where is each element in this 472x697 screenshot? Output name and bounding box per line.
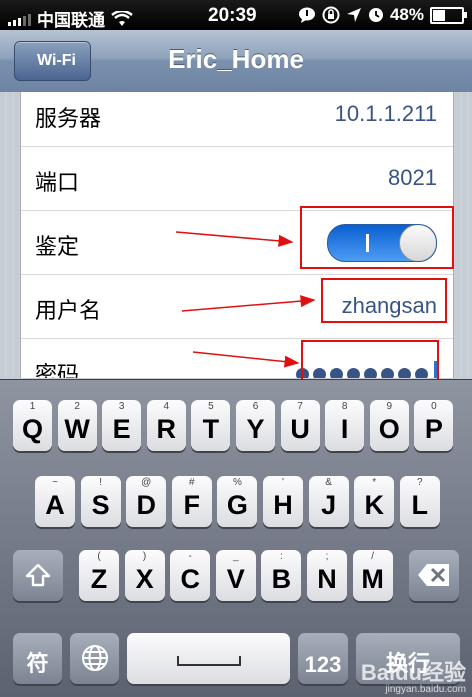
key-secondary-label: 9 [386, 401, 393, 412]
arrow-to-password [192, 351, 300, 368]
key-label: Q [21, 414, 43, 444]
key-x[interactable]: ) X [124, 550, 165, 601]
key-u[interactable]: 7U [280, 400, 320, 451]
key-secondary-label: 3 [118, 401, 125, 412]
key-label: V [226, 564, 245, 594]
watermark-brand: Baidu经验 [360, 660, 466, 685]
key-secondary-label: # [189, 477, 195, 488]
key-secondary-label: 4 [163, 401, 170, 412]
globe-icon [81, 645, 108, 671]
globe-key[interactable] [70, 633, 119, 684]
key-g[interactable]: % G [217, 476, 258, 527]
key-secondary-label: ( [97, 551, 101, 562]
key-secondary-label: ! [99, 477, 102, 488]
delete-key[interactable] [409, 550, 459, 601]
key-secondary-label: 0 [431, 401, 437, 412]
key-secondary-label: 2 [74, 401, 80, 412]
key-o[interactable]: 9O [369, 400, 409, 451]
key-t[interactable]: 5T [191, 400, 231, 451]
key-label: H [273, 490, 293, 520]
key-label: J [321, 490, 337, 520]
shift-icon [25, 563, 51, 587]
key-label: D [136, 490, 156, 520]
key-secondary-label: ? [417, 477, 423, 488]
key-label: C [180, 564, 200, 594]
space-icon [176, 656, 241, 666]
key-y[interactable]: 6Y [236, 400, 275, 451]
key-secondary-label: & [325, 477, 332, 488]
key-l[interactable]: ? L [399, 476, 440, 527]
key-secondary-label: : [280, 551, 283, 562]
key-secondary-label: _ [233, 551, 239, 562]
key-h[interactable]: ' H [263, 476, 303, 527]
key-secondary-label: ' [282, 477, 284, 488]
key-v[interactable]: _ V [215, 550, 256, 601]
key-label: X [135, 564, 154, 594]
key-secondary-label: 1 [29, 401, 36, 412]
key-secondary-label: / [371, 551, 374, 562]
delete-icon [418, 564, 449, 586]
key-secondary-label: 5 [208, 401, 214, 412]
numbers-key[interactable]: 123 [298, 633, 348, 684]
key-j[interactable]: & J [308, 476, 349, 527]
key-secondary-label: 8 [341, 401, 348, 412]
arrow-to-username [181, 295, 316, 312]
key-secondary-label: 7 [297, 401, 303, 412]
key-s[interactable]: ! S [80, 476, 121, 527]
key-label: L [411, 490, 429, 520]
key-label: Z [90, 564, 108, 594]
key-i[interactable]: 8I [325, 400, 365, 451]
symbol-key[interactable]: 符 [13, 633, 62, 684]
space-key[interactable] [127, 633, 290, 684]
key-label: N [317, 564, 337, 594]
key-k[interactable]: * K [354, 476, 395, 527]
key-label: W [64, 414, 90, 444]
key-secondary-label: ~ [52, 477, 58, 488]
key-label: O [378, 414, 400, 444]
key-label: P [424, 414, 443, 444]
key-label: E [112, 414, 131, 444]
keyboard: 符 123 换行 Baidu经验 jingyan.baidu.com 1Q2W3… [0, 379, 472, 697]
key-secondary-label: ; [325, 551, 329, 562]
watermark-url: jingyan.baidu.com [385, 684, 466, 695]
key-n[interactable]: ; N [307, 550, 347, 601]
key-label: I [340, 414, 349, 444]
key-secondary-label: @ [141, 477, 152, 488]
baidu-watermark: Baidu经验 jingyan.baidu.com [360, 660, 466, 696]
key-r[interactable]: 4R [146, 400, 186, 451]
key-secondary-label: ) [142, 551, 147, 562]
key-a[interactable]: ~ A [35, 476, 75, 527]
key-label: A [45, 490, 65, 520]
key-z[interactable]: (Z [79, 550, 119, 601]
key-c[interactable]: -C [170, 550, 211, 601]
key-m[interactable]: / M [352, 550, 393, 601]
key-label: M [361, 564, 384, 594]
key-b[interactable]: :B [261, 550, 302, 601]
key-e[interactable]: 3E [102, 400, 142, 451]
key-d[interactable]: @ D [126, 476, 167, 527]
key-secondary-label: % [232, 477, 242, 488]
key-label: T [202, 414, 220, 444]
key-label: U [290, 414, 310, 444]
key-label: K [364, 490, 384, 520]
key-secondary-label: 6 [252, 401, 259, 412]
key-q[interactable]: 1Q [13, 400, 52, 451]
key-label: R [156, 414, 177, 444]
key-label: Y [246, 414, 265, 444]
key-label: B [271, 564, 292, 594]
key-f[interactable]: # F [171, 476, 212, 527]
key-p[interactable]: 0P [414, 400, 454, 451]
key-label: G [226, 490, 248, 520]
shift-key[interactable] [13, 550, 63, 601]
key-secondary-label: - [188, 551, 192, 562]
arrow-to-toggle [175, 231, 294, 247]
key-label: S [91, 490, 110, 520]
key-label: F [183, 490, 201, 520]
key-w[interactable]: 2W [57, 400, 97, 451]
key-secondary-label: * [372, 477, 377, 488]
